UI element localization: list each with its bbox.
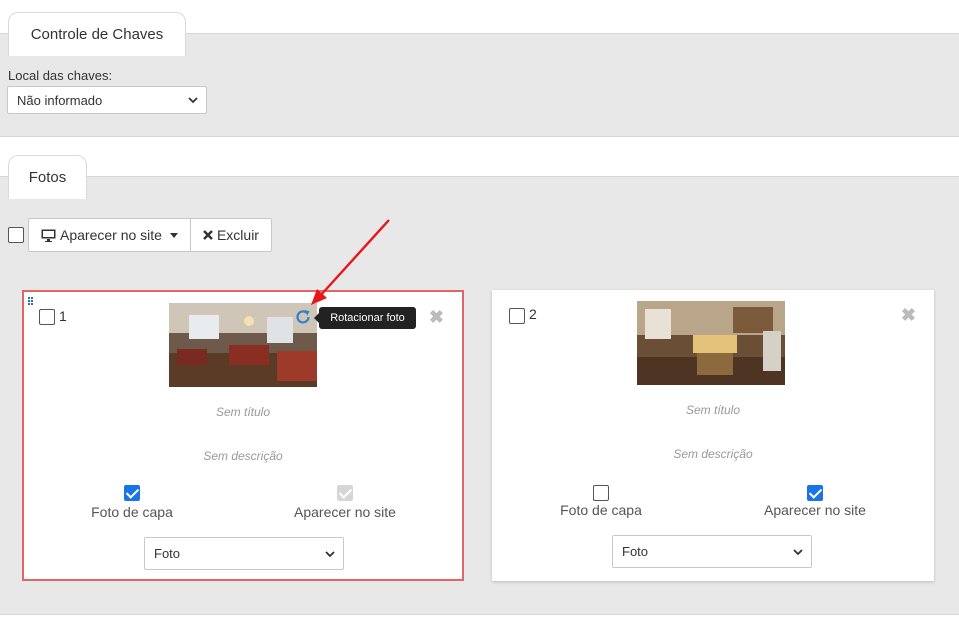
photo-card: 2 ✖ Sem título Sem descrição Foto de cap…: [492, 290, 934, 581]
photo-card: 1 ✖ Sem título Sem descrição Foto de cap…: [22, 290, 464, 581]
photo-type-select[interactable]: Foto: [144, 537, 344, 570]
photo-select-checkbox[interactable]: [509, 308, 525, 324]
photo-thumbnail[interactable]: [637, 301, 785, 385]
local-chaves-select[interactable]: Não informado: [7, 86, 207, 114]
photo-actions-toolbar: Aparecer no site Excluir: [28, 218, 272, 252]
delete-button[interactable]: Excluir: [189, 219, 271, 251]
chevron-down-icon: [325, 550, 335, 557]
photo-description-placeholder[interactable]: Sem descrição: [24, 449, 462, 463]
caret-down-icon: [169, 232, 178, 238]
tab-fotos[interactable]: Fotos: [8, 155, 87, 199]
chevron-down-icon: [188, 97, 198, 104]
close-icon[interactable]: ✖: [429, 308, 444, 326]
local-chaves-value: Não informado: [17, 92, 103, 108]
show-on-site-dropdown-button[interactable]: Aparecer no site: [29, 219, 190, 251]
times-icon: [203, 230, 213, 240]
tab-controle-de-chaves[interactable]: Controle de Chaves: [8, 12, 186, 56]
show-on-site-label: Aparecer no site: [60, 227, 162, 243]
select-all-checkbox[interactable]: [8, 227, 24, 243]
rotate-icon[interactable]: [294, 308, 312, 326]
show-on-site-checkbox: [337, 485, 353, 501]
close-icon[interactable]: ✖: [901, 306, 916, 324]
photo-type-select[interactable]: Foto: [612, 535, 812, 568]
show-on-site-option-label: Aparecer no site: [294, 504, 396, 520]
photo-select-checkbox[interactable]: [39, 309, 55, 325]
cover-photo-label: Foto de capa: [91, 504, 173, 520]
delete-label: Excluir: [216, 227, 259, 243]
photo-type-value: Foto: [154, 546, 181, 561]
photo-number: 1: [59, 308, 67, 324]
drag-handle-icon[interactable]: [28, 297, 34, 305]
local-chaves-label: Local das chaves:: [8, 68, 113, 83]
chevron-down-icon: [793, 548, 803, 555]
cover-photo-label: Foto de capa: [560, 502, 642, 518]
photo-title-placeholder[interactable]: Sem título: [24, 405, 462, 419]
photo-description-placeholder[interactable]: Sem descrição: [492, 447, 934, 461]
cover-photo-checkbox[interactable]: [593, 485, 609, 501]
show-on-site-checkbox[interactable]: [807, 485, 823, 501]
rotate-photo-tooltip: Rotacionar foto: [314, 307, 416, 329]
photo-type-value: Foto: [622, 544, 649, 559]
photo-title-placeholder[interactable]: Sem título: [492, 403, 934, 417]
photo-number: 2: [529, 306, 537, 322]
show-on-site-option-label: Aparecer no site: [764, 502, 866, 518]
monitor-icon: [41, 229, 56, 242]
cover-photo-checkbox[interactable]: [124, 485, 140, 501]
